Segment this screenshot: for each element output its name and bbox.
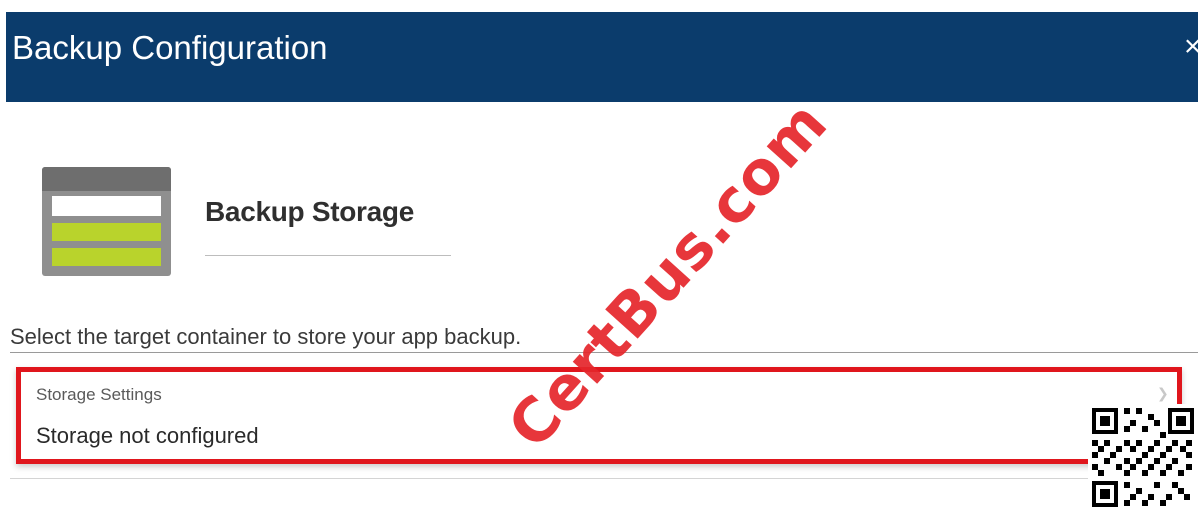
icon-band-white	[52, 196, 161, 216]
chevron-icon: ❯	[1157, 385, 1169, 401]
storage-settings-label: Storage Settings	[36, 385, 162, 404]
backup-configuration-blade: Backup Configuration × Backup Storage Se…	[0, 0, 1198, 511]
title-divider	[205, 255, 451, 256]
bottom-divider	[10, 478, 1198, 479]
storage-container-icon	[42, 167, 171, 276]
icon-band-green	[52, 248, 161, 266]
qr-code-graphic	[1088, 404, 1198, 511]
close-icon[interactable]: ×	[1184, 32, 1198, 62]
icon-band-green	[52, 223, 161, 241]
section-title: Backup Storage	[205, 196, 414, 227]
storage-settings-value: Storage not configured	[36, 423, 259, 448]
icon-band-top	[42, 167, 171, 191]
blade-header: Backup Configuration ×	[6, 12, 1198, 102]
qr-code-icon	[1088, 404, 1198, 511]
blade-title: Backup Configuration	[12, 29, 328, 66]
description-text: Select the target container to store you…	[10, 324, 522, 349]
